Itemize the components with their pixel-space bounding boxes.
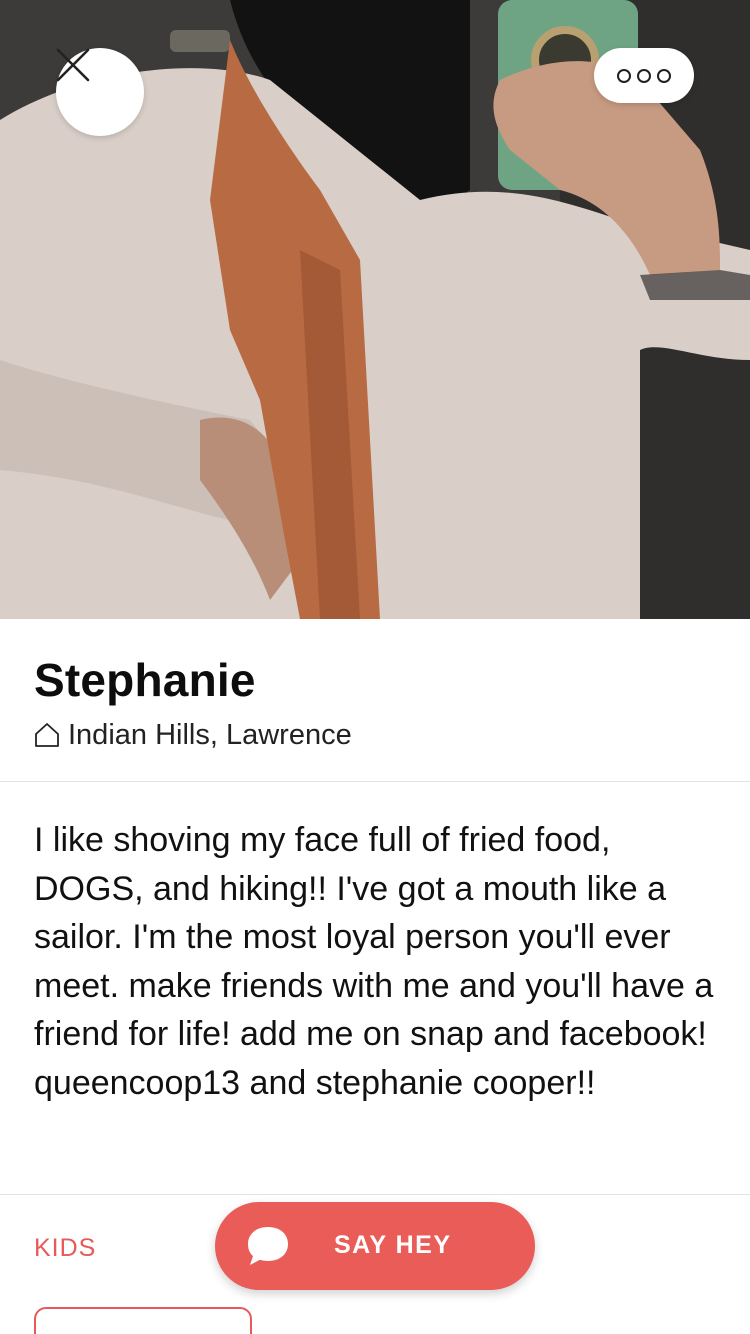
kids-section-label: KIDS — [34, 1234, 97, 1262]
profile-location: Indian Hills, Lawrence — [34, 717, 716, 753]
chat-bubble-icon — [248, 1227, 288, 1265]
more-options-icon — [617, 68, 631, 83]
say-hey-button[interactable]: SAY HEY — [215, 1202, 535, 1290]
profile-photo[interactable] — [0, 0, 750, 619]
more-options-button[interactable] — [594, 48, 694, 103]
kids-tag-pill — [34, 1307, 252, 1334]
profile-name: Stephanie — [34, 654, 256, 706]
location-text: Indian Hills, Lawrence — [68, 719, 352, 751]
home-icon — [35, 723, 59, 747]
profile-bio: I like shoving my face full of fried foo… — [34, 821, 714, 1102]
say-hey-label: SAY HEY — [334, 1231, 452, 1259]
profile-header: Stephanie Indian Hills, Lawrence — [0, 619, 750, 782]
more-options-icon — [657, 68, 671, 83]
section-divider — [0, 1194, 750, 1195]
close-button[interactable] — [56, 48, 144, 136]
close-icon — [56, 48, 90, 82]
more-options-icon — [637, 68, 651, 83]
